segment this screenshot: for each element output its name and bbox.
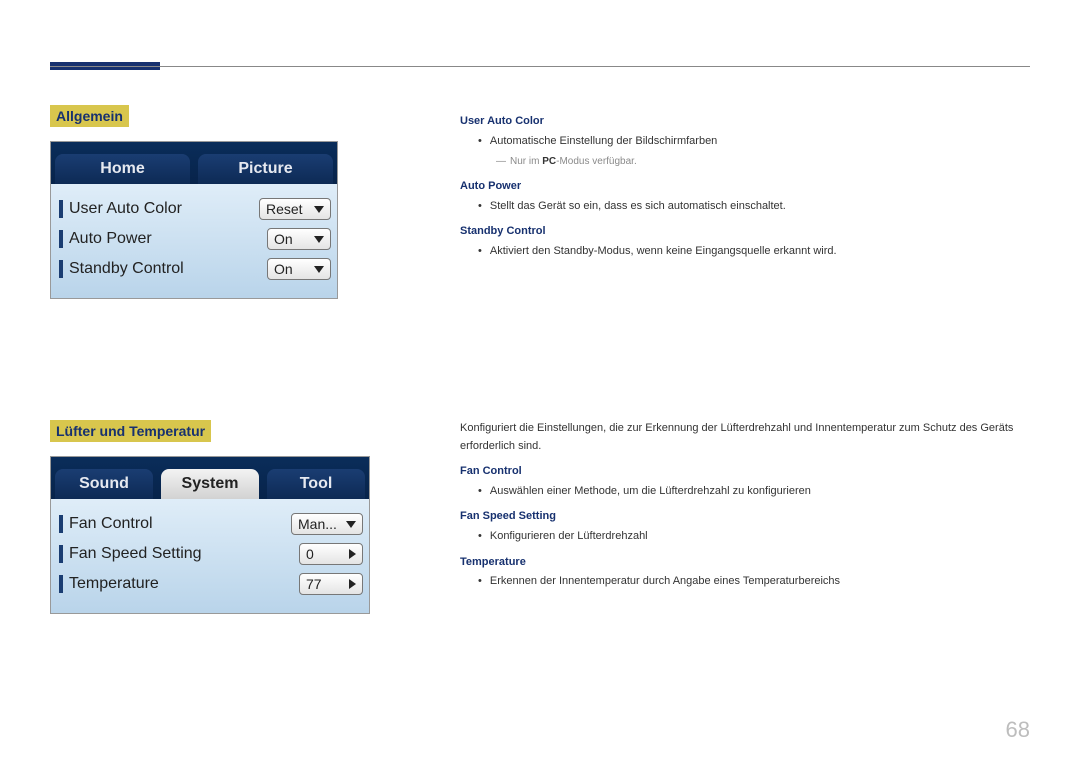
stepper-value: 77 — [306, 576, 322, 592]
panel-allgemein: Home Picture User Auto Color Reset Auto … — [50, 141, 338, 299]
intro-luefter: Konfiguriert die Einstellungen, die zur … — [460, 420, 1030, 455]
heading-allgemein: Allgemein — [50, 105, 129, 127]
tab-tool[interactable]: Tool — [267, 469, 365, 499]
tab-picture[interactable]: Picture — [198, 154, 333, 184]
stepper-temperature[interactable]: 77 — [299, 573, 363, 595]
bullet-user-auto-color: Automatische Einstellung der Bildschirmf… — [478, 133, 1030, 151]
tab-system[interactable]: System — [161, 469, 259, 499]
bullet-temperature: Erkennen der Innentemperatur durch Angab… — [478, 573, 1030, 591]
row-marker — [59, 515, 63, 533]
chevron-down-icon — [346, 521, 356, 528]
section-allgemein: Allgemein Home Picture User Auto Color R… — [50, 105, 338, 299]
row-standby-control: Standby Control On — [57, 254, 331, 284]
tabs-allgemein: Home Picture — [51, 142, 337, 184]
label-temperature: Temperature — [69, 575, 299, 593]
label-standby-control: Standby Control — [69, 260, 267, 278]
description-luefter: Konfiguriert die Einstellungen, die zur … — [460, 420, 1030, 595]
stepper-fan-speed[interactable]: 0 — [299, 543, 363, 565]
dropdown-value: Reset — [266, 201, 303, 217]
note-bold-pc: PC — [542, 156, 556, 167]
dropdown-fan-control[interactable]: Man... — [291, 513, 363, 535]
dropdown-value: On — [274, 261, 293, 277]
page-number: 68 — [1006, 717, 1030, 743]
dropdown-standby-control[interactable]: On — [267, 258, 331, 280]
tab-home[interactable]: Home — [55, 154, 190, 184]
note-text-2: -Modus verfügbar. — [556, 156, 637, 167]
note-text-1: Nur im — [510, 156, 542, 167]
tabs-luefter: Sound System Tool — [51, 457, 369, 499]
row-temperature: Temperature 77 — [57, 569, 363, 599]
chevron-right-icon — [349, 579, 356, 589]
note-pc-mode: ― Nur im PC-Modus verfügbar. — [496, 154, 1030, 170]
dropdown-value: Man... — [298, 516, 337, 532]
bullet-standby-control: Aktiviert den Standby-Modus, wenn keine … — [478, 243, 1030, 261]
row-marker — [59, 200, 63, 218]
row-marker — [59, 230, 63, 248]
dropdown-user-auto-color[interactable]: Reset — [259, 198, 331, 220]
label-fan-speed: Fan Speed Setting — [69, 545, 299, 563]
bullet-fan-control: Auswählen einer Methode, um die Lüfterdr… — [478, 483, 1030, 501]
tab-sound[interactable]: Sound — [55, 469, 153, 499]
dropdown-value: On — [274, 231, 293, 247]
chevron-right-icon — [349, 549, 356, 559]
section-luefter: Lüfter und Temperatur Sound System Tool … — [50, 420, 370, 614]
bullet-auto-power: Stellt das Gerät so ein, dass es sich au… — [478, 198, 1030, 216]
header-rule — [50, 66, 1030, 67]
label-fan-control: Fan Control — [69, 515, 291, 533]
note-dash: ― — [496, 156, 506, 167]
row-user-auto-color: User Auto Color Reset — [57, 194, 331, 224]
row-auto-power: Auto Power On — [57, 224, 331, 254]
chevron-down-icon — [314, 236, 324, 243]
heading-luefter: Lüfter und Temperatur — [50, 420, 211, 442]
label-auto-power: Auto Power — [69, 230, 267, 248]
head-fan-speed: Fan Speed Setting — [460, 508, 1030, 526]
panel-body-luefter: Fan Control Man... Fan Speed Setting 0 T… — [51, 499, 369, 613]
row-marker — [59, 575, 63, 593]
head-standby-control: Standby Control — [460, 223, 1030, 241]
panel-luefter: Sound System Tool Fan Control Man... Fan… — [50, 456, 370, 614]
head-temperature: Temperature — [460, 554, 1030, 572]
row-marker — [59, 260, 63, 278]
chevron-down-icon — [314, 266, 324, 273]
head-auto-power: Auto Power — [460, 178, 1030, 196]
bullet-fan-speed: Konfigurieren der Lüfterdrehzahl — [478, 528, 1030, 546]
head-fan-control: Fan Control — [460, 463, 1030, 481]
head-user-auto-color: User Auto Color — [460, 113, 1030, 131]
description-allgemein: User Auto Color Automatische Einstellung… — [460, 105, 1030, 265]
row-fan-speed: Fan Speed Setting 0 — [57, 539, 363, 569]
chevron-down-icon — [314, 206, 324, 213]
dropdown-auto-power[interactable]: On — [267, 228, 331, 250]
panel-body-allgemein: User Auto Color Reset Auto Power On Stan… — [51, 184, 337, 298]
row-marker — [59, 545, 63, 563]
label-user-auto-color: User Auto Color — [69, 200, 259, 218]
stepper-value: 0 — [306, 546, 314, 562]
row-fan-control: Fan Control Man... — [57, 509, 363, 539]
